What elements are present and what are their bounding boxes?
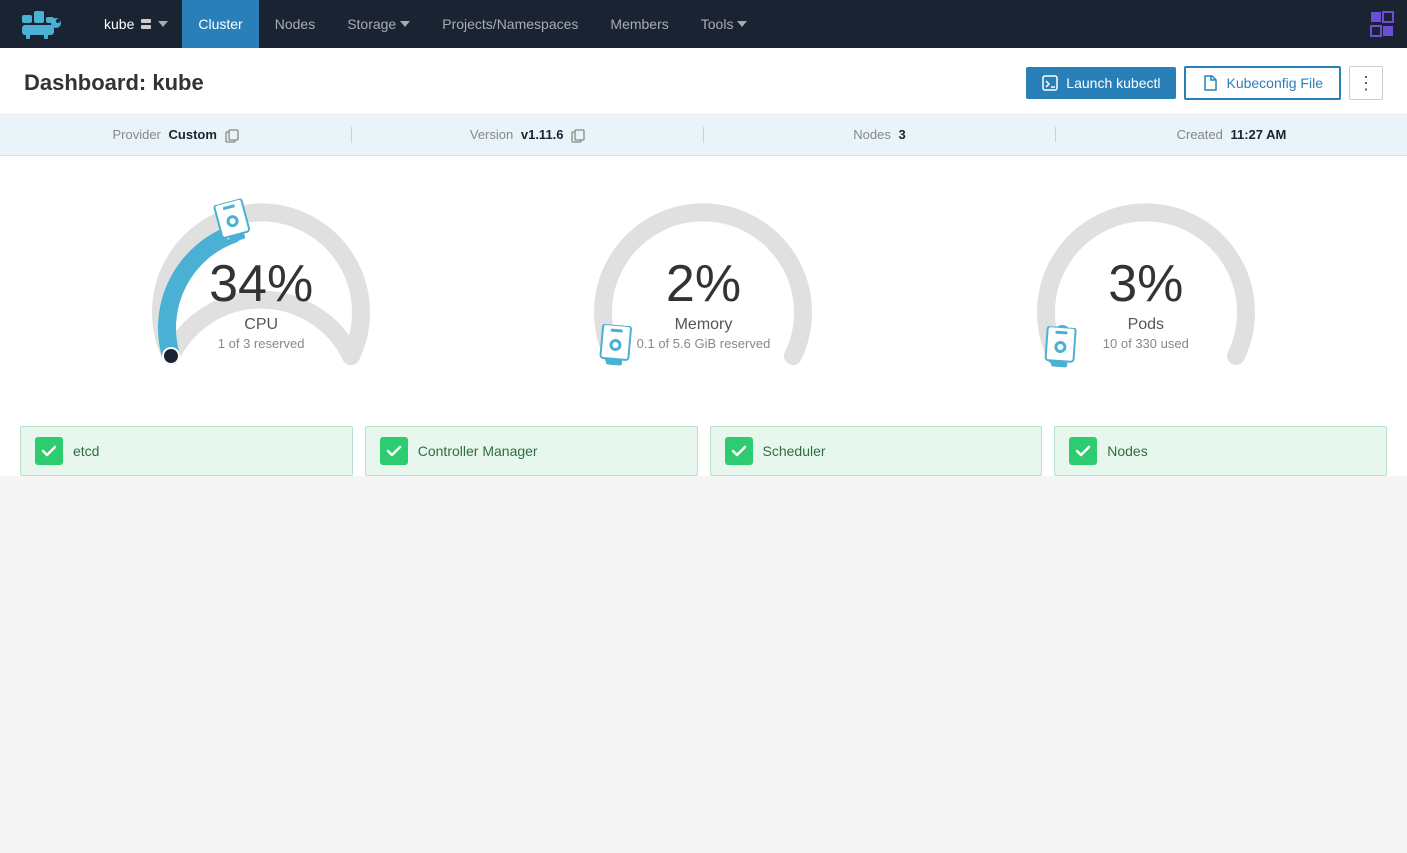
status-label-controller: Controller Manager [418, 443, 538, 459]
status-label-etcd: etcd [73, 443, 99, 459]
status-controller-manager: Controller Manager [365, 426, 698, 476]
terminal-icon [1042, 75, 1058, 91]
logo [0, 0, 90, 48]
kubeconfig-button[interactable]: Kubeconfig File [1184, 66, 1341, 100]
cluster-name: kube [104, 16, 134, 32]
launch-kubectl-button[interactable]: Launch kubectl [1026, 67, 1176, 99]
file-icon [1202, 75, 1218, 91]
version-info: Version v1.11.6 [352, 127, 704, 143]
pods-gauge-svg: 3% Pods 10 of 330 used [1006, 186, 1286, 386]
status-check-etcd [35, 437, 63, 465]
memory-gauge: 2% Memory 0.1 of 5.6 GiB reserved [553, 186, 853, 386]
pods-center-text: 3% Pods 10 of 330 used [1103, 258, 1189, 351]
gauges-section: 34% CPU 1 of 3 reserved [0, 156, 1407, 406]
memory-gauge-svg: 2% Memory 0.1 of 5.6 GiB reserved [563, 186, 843, 386]
page-title: Dashboard: kube [24, 70, 1014, 96]
nav-projects[interactable]: Projects/Namespaces [426, 0, 594, 48]
nav-storage[interactable]: Storage [331, 0, 426, 48]
status-check-scheduler [725, 437, 753, 465]
copy-icon[interactable] [571, 129, 585, 143]
nodes-info: Nodes 3 [704, 127, 1056, 142]
nav-tools[interactable]: Tools [685, 0, 764, 48]
status-scheduler: Scheduler [710, 426, 1043, 476]
page-header: Dashboard: kube Launch kubectl Kubeconfi… [0, 48, 1407, 115]
check-icon [731, 443, 747, 459]
copy-icon[interactable] [225, 129, 239, 143]
status-nodes: Nodes [1054, 426, 1387, 476]
grid-menu-button[interactable] [1359, 0, 1407, 48]
cpu-gauge-svg: 34% CPU 1 of 3 reserved [121, 186, 401, 386]
status-etcd: etcd [20, 426, 353, 476]
nav-members[interactable]: Members [594, 0, 684, 48]
pods-gauge: 3% Pods 10 of 330 used [996, 186, 1296, 386]
status-label-nodes: Nodes [1107, 443, 1147, 459]
created-info: Created 11:27 AM [1056, 127, 1407, 142]
check-icon [1075, 443, 1091, 459]
info-bar: Provider Custom Version v1.11.6 Nodes 3 … [0, 115, 1407, 156]
check-icon [386, 443, 402, 459]
top-navigation: kube Cluster Nodes Storage Projects/Name… [0, 0, 1407, 48]
memory-indicator [595, 323, 635, 377]
memory-center-text: 2% Memory 0.1 of 5.6 GiB reserved [637, 258, 771, 351]
server-icon [140, 18, 152, 30]
chevron-down-icon [737, 21, 747, 27]
gauge-indicator-icon [596, 323, 636, 372]
chevron-down-icon [400, 21, 410, 27]
pods-indicator [1040, 325, 1079, 378]
status-bar: etcd Controller Manager Scheduler Nodes [0, 406, 1407, 476]
rancher-logo-icon [20, 7, 70, 41]
gauge-indicator-icon [1040, 325, 1079, 373]
status-check-controller [380, 437, 408, 465]
grid-icon [1369, 10, 1397, 38]
status-check-nodes [1069, 437, 1097, 465]
nav-nodes[interactable]: Nodes [259, 0, 331, 48]
check-icon [41, 443, 57, 459]
nav-cluster[interactable]: Cluster [182, 0, 258, 48]
cpu-gauge: 34% CPU 1 of 3 reserved [111, 186, 411, 386]
more-options-button[interactable]: ⋮ [1349, 66, 1383, 100]
cluster-selector[interactable]: kube [90, 0, 182, 48]
provider-info: Provider Custom [0, 127, 352, 143]
cpu-center-text: 34% CPU 1 of 3 reserved [209, 258, 313, 351]
status-label-scheduler: Scheduler [763, 443, 826, 459]
chevron-down-icon [158, 21, 168, 27]
